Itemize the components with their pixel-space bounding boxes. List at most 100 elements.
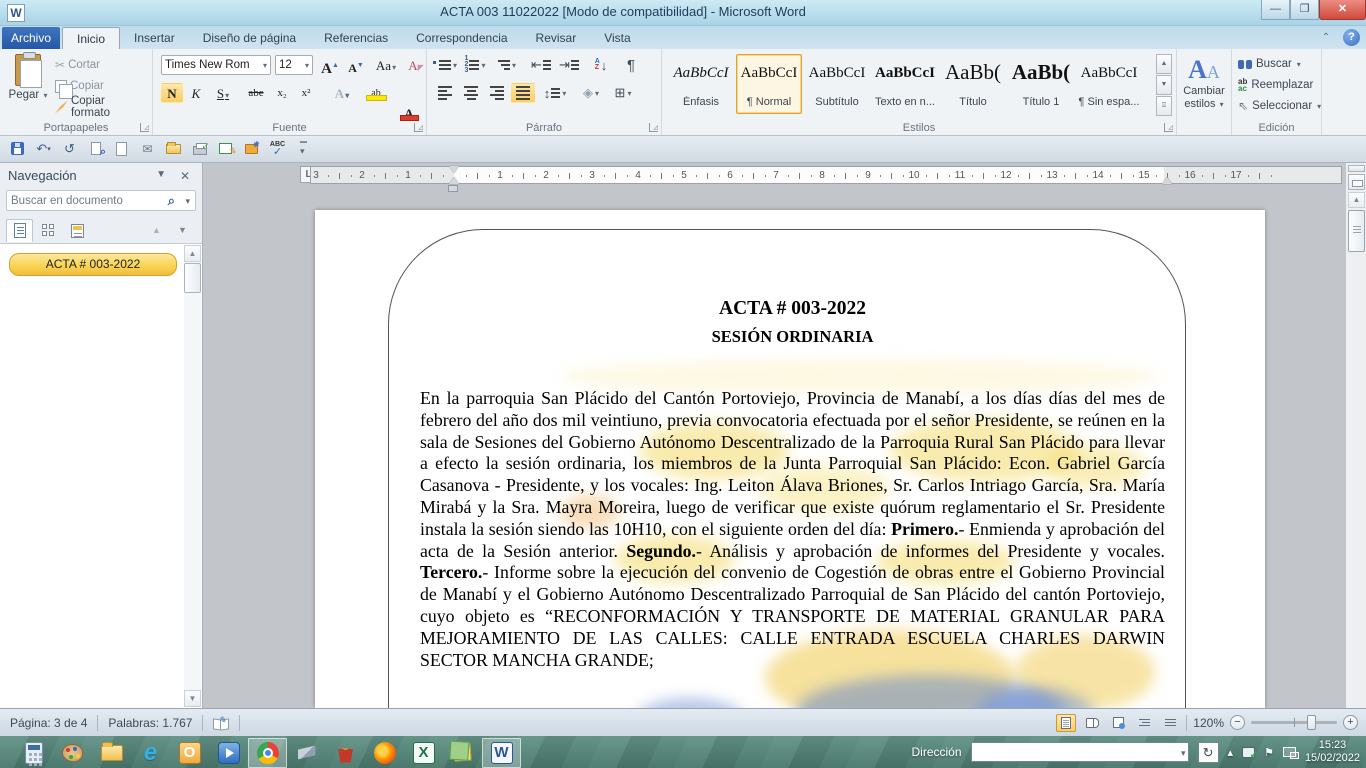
replace-button[interactable]: abac Reemplazar [1238, 76, 1313, 94]
tab-insertar[interactable]: Insertar [120, 27, 189, 49]
shrink-font-button[interactable]: A▼ [345, 55, 367, 75]
spelling-icon[interactable]: ABC✓ [268, 139, 287, 158]
bullets-button[interactable] [433, 55, 457, 75]
vertical-scrollbar[interactable]: ▲ [1345, 163, 1366, 708]
styles-more-icon[interactable]: ⍗ [1156, 96, 1172, 116]
letter-opener-taskbar-icon[interactable] [287, 738, 326, 768]
document-page[interactable]: ACTA # 003-2022 SESIÓN ORDINARIA En la p… [315, 210, 1265, 708]
web-layout-view-button[interactable] [1108, 714, 1128, 732]
font-size-combo[interactable]: 12 [275, 55, 313, 75]
outlook-taskbar-icon[interactable]: O [170, 738, 209, 768]
text-effects-button[interactable]: A [327, 83, 357, 103]
nav-options-dropdown-icon[interactable]: ▼ [156, 169, 166, 180]
special-folder-icon[interactable] [242, 139, 261, 158]
undo-icon[interactable]: ↶▾ [34, 139, 53, 158]
draft-view-button[interactable] [1160, 714, 1180, 732]
borders-button[interactable]: ⊞ [611, 83, 635, 103]
shading-button[interactable]: ◈ [579, 83, 603, 103]
nav-scrollbar[interactable]: ▲ ▼ [184, 245, 201, 707]
paste-button[interactable]: Pegar [8, 54, 48, 120]
font-dialog-launcher[interactable] [414, 123, 423, 132]
subscript-button[interactable]: x₂ [271, 83, 293, 103]
usb-tray-icon[interactable] [1242, 747, 1255, 758]
previous-heading-icon[interactable]: ▲ [152, 225, 161, 235]
internet-explorer-taskbar-icon[interactable]: e [131, 738, 170, 768]
styles-scroll-up-icon[interactable]: ▲ [1156, 54, 1172, 74]
paint-taskbar-icon[interactable] [53, 738, 92, 768]
nav-heading-item[interactable]: ACTA # 003-2022 [9, 253, 177, 276]
clock[interactable]: 15:2315/02/2022 [1305, 739, 1360, 765]
decrease-indent-button[interactable]: ⇤ [529, 55, 553, 75]
word-count[interactable]: Palabras: 1.767 [98, 716, 202, 730]
font-color-button[interactable]: A [395, 103, 423, 123]
first-line-indent-marker[interactable] [449, 166, 459, 173]
bold-button[interactable]: N [161, 83, 183, 103]
minimize-button[interactable]: — [1261, 0, 1290, 20]
zoom-in-button[interactable]: + [1343, 715, 1358, 730]
search-dropdown-icon[interactable]: ▾ [185, 196, 190, 207]
increase-indent-button[interactable]: ⇥ [557, 55, 581, 75]
strikethrough-button[interactable]: abe [245, 83, 267, 103]
select-button[interactable]: ⇖ Seleccionar [1238, 97, 1321, 115]
scroll-up-icon[interactable]: ▲ [1348, 192, 1365, 208]
change-styles-button[interactable]: AA Cambiarestilos [1177, 49, 1232, 135]
show-marks-button[interactable]: ¶ [619, 55, 643, 75]
sticky-notes-taskbar-icon[interactable] [443, 738, 482, 768]
font-family-combo[interactable]: Times New Rom [161, 55, 271, 75]
file-explorer-taskbar-icon[interactable] [92, 738, 131, 768]
align-left-button[interactable] [433, 83, 457, 103]
left-indent-marker[interactable] [449, 177, 459, 184]
multilevel-list-button[interactable] [495, 55, 519, 75]
page-indicator[interactable]: Página: 3 de 4 [0, 716, 97, 730]
open-icon[interactable] [164, 139, 183, 158]
restore-button[interactable]: ❐ [1290, 0, 1319, 20]
style-subtítulo[interactable]: AaBbCcISubtítulo [804, 54, 870, 114]
calculator-taskbar-icon[interactable] [14, 738, 53, 768]
network-tray-icon[interactable] [1283, 747, 1296, 757]
style--normal[interactable]: AaBbCcI¶ Normal [736, 54, 802, 114]
tab-inicio[interactable]: Inicio [62, 27, 120, 49]
tab-revisar[interactable]: Revisar [522, 27, 591, 49]
highlight-color-button[interactable]: ab [361, 83, 391, 103]
ruler-toggle-button[interactable] [1348, 174, 1365, 190]
search-box[interactable]: ⌕ ▾ [6, 190, 196, 211]
quick-print-icon[interactable] [190, 139, 209, 158]
paragraph-dialog-launcher[interactable] [649, 123, 658, 132]
tab-archivo[interactable]: Archivo [2, 27, 60, 49]
zoom-level[interactable]: 120% [1193, 716, 1224, 730]
nav-scroll-thumb[interactable] [184, 263, 201, 293]
style-texto-en-n-[interactable]: AaBbCcITexto en n... [872, 54, 938, 114]
nav-tab-headings[interactable] [6, 219, 33, 242]
outline-view-button[interactable] [1134, 714, 1154, 732]
word-taskbar-icon[interactable]: W [482, 738, 521, 768]
tab-correspondencia[interactable]: Correspondencia [402, 27, 521, 49]
styles-scroll-down-icon[interactable]: ▼ [1156, 75, 1172, 95]
sort-button[interactable]: AZ↓ [589, 55, 613, 75]
style-título[interactable]: AaBb(Título [940, 54, 1006, 114]
left-indent-box[interactable] [448, 185, 458, 192]
zoom-slider-thumb[interactable] [1307, 715, 1316, 730]
style-énfasis[interactable]: AaBbCcIÉnfasis [668, 54, 734, 114]
cut-button[interactable]: ✂ Cortar [52, 55, 150, 75]
address-dropdown-icon[interactable]: ▾ [1181, 748, 1186, 759]
underline-button[interactable]: S [209, 83, 237, 103]
refresh-icon[interactable]: ↻ [1198, 742, 1219, 763]
line-spacing-button[interactable]: ↕ [543, 83, 567, 103]
tab-diseño-de-página[interactable]: Diseño de página [189, 27, 310, 49]
zoom-out-button[interactable]: − [1230, 715, 1245, 730]
fullscreen-reading-view-button[interactable] [1082, 714, 1102, 732]
save-icon[interactable] [8, 139, 27, 158]
firefox-taskbar-icon[interactable] [365, 738, 404, 768]
change-case-button[interactable]: Aa [373, 55, 399, 75]
clipboard-dialog-launcher[interactable] [140, 123, 149, 132]
grow-font-button[interactable]: A▲ [319, 55, 341, 75]
help-icon[interactable]: ? [1343, 29, 1360, 46]
split-handle[interactable] [1348, 165, 1365, 172]
edit-table-icon[interactable] [216, 139, 235, 158]
horizontal-ruler[interactable]: 3211234567891011121314151617 [310, 166, 1342, 184]
right-indent-marker[interactable] [1162, 177, 1172, 184]
proofing-icon[interactable]: ✎ [213, 717, 229, 729]
address-bar[interactable]: ▾ [971, 742, 1189, 762]
clear-formatting-button[interactable]: A◤ [405, 55, 427, 75]
search-icon[interactable]: ⌕ [168, 193, 175, 209]
